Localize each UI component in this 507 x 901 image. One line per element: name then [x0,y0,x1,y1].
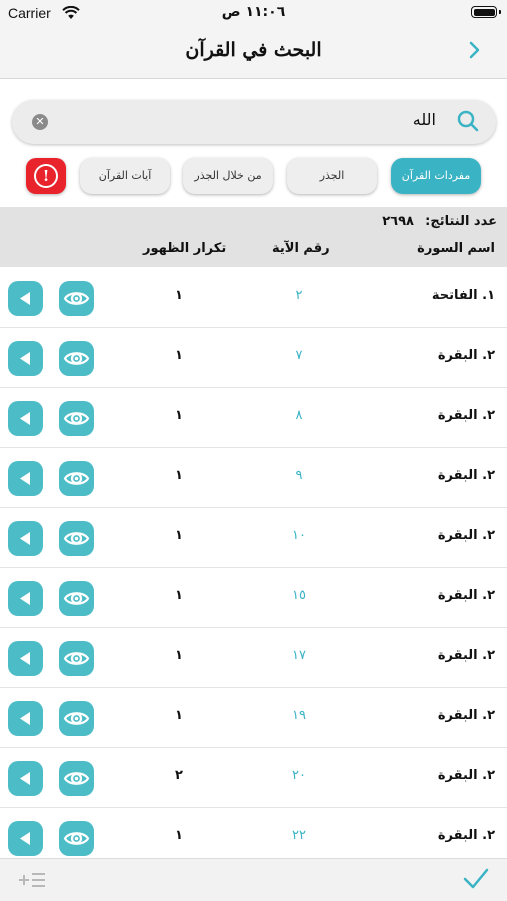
play-audio-button[interactable] [8,761,43,796]
table-row[interactable]: ٢. البقرة ١٧ ١ [0,628,507,688]
navigation-bar: البحث في القرآن [0,26,507,79]
row-surah: ٢. البقرة [437,648,495,663]
play-audio-button[interactable] [8,401,43,436]
chevron-right-icon[interactable] [469,40,481,66]
play-audio-button[interactable] [8,581,43,616]
view-eye-button[interactable] [59,701,94,736]
tab-quran-words[interactable]: مفردات القرآن [391,158,481,194]
results-count-label: عدد النتائج: [425,214,497,229]
play-audio-button[interactable] [8,281,43,316]
row-surah: ٢. البقرة [437,768,495,783]
clear-icon[interactable]: ✕ [32,114,48,130]
row-surah: ٢. البقرة [437,588,495,603]
row-occurrences: ١ [175,708,183,723]
row-surah: ٢. البقرة [437,828,495,843]
view-eye-button[interactable] [59,341,94,376]
info-button[interactable]: ! [26,158,66,194]
table-row[interactable]: ٢. البقرة ١٥ ١ [0,568,507,628]
row-ayah-number[interactable]: ٢٠ [284,768,314,783]
view-eye-button[interactable] [59,761,94,796]
row-occurrences: ١ [175,408,183,423]
view-eye-button[interactable] [59,521,94,556]
row-ayah-number[interactable]: ١٥ [284,588,314,603]
row-surah: ٢. البقرة [437,528,495,543]
view-eye-button[interactable] [59,401,94,436]
row-ayah-number[interactable]: ٧ [284,348,314,363]
row-occurrences: ١ [175,588,183,603]
table-row[interactable]: ٢. البقرة ٨ ١ [0,388,507,448]
table-row[interactable]: ١. الفاتحة ٢ ١ [0,268,507,328]
table-row[interactable]: ٢. البقرة ٩ ١ [0,448,507,508]
row-ayah-number[interactable]: ٢٢ [284,828,314,843]
play-audio-button[interactable] [8,641,43,676]
row-occurrences: ١ [175,348,183,363]
view-eye-button[interactable] [59,641,94,676]
checkmark-icon[interactable] [463,867,489,895]
search-input[interactable]: الله [413,110,436,129]
battery-icon [471,6,501,18]
table-row[interactable]: ٢. البقرة ٧ ١ [0,328,507,388]
play-audio-button[interactable] [8,521,43,556]
info-icon: ! [34,164,58,188]
bottom-toolbar [0,858,507,901]
row-ayah-number[interactable]: ٨ [284,408,314,423]
play-audio-button[interactable] [8,821,43,856]
results-count-value: ٢٦٩٨ [382,214,414,229]
row-ayah-number[interactable]: ٩ [284,468,314,483]
column-surah: اسم السورة [417,241,495,256]
row-ayah-number[interactable]: ١٧ [284,648,314,663]
play-audio-button[interactable] [8,701,43,736]
row-occurrences: ٢ [175,768,183,783]
tab-through-root[interactable]: من خلال الجذر [183,158,273,194]
row-surah: ٢. البقرة [437,408,495,423]
view-eye-button[interactable] [59,281,94,316]
row-surah: ٢. البقرة [437,708,495,723]
row-occurrences: ١ [175,468,183,483]
status-bar: Carrier ١١:٠٦ ص [0,0,507,26]
view-eye-button[interactable] [59,461,94,496]
tab-quran-verses[interactable]: آيات القرآن [80,158,170,194]
column-ayah: رقم الآية [272,241,330,256]
table-row[interactable]: ٢. البقرة ١٠ ١ [0,508,507,568]
play-audio-button[interactable] [8,461,43,496]
search-icon [456,109,480,137]
results-header: عدد النتائج: ٢٦٩٨ اسم السورة رقم الآية ت… [0,207,507,267]
row-surah: ٢. البقرة [437,348,495,363]
tab-root[interactable]: الجذر [287,158,377,194]
row-occurrences: ١ [175,828,183,843]
table-row[interactable]: ٢. البقرة ٢٠ ٢ [0,748,507,808]
search-field[interactable]: الله ✕ [12,100,496,144]
row-ayah-number[interactable]: ١٩ [284,708,314,723]
status-time: ١١:٠٦ ص [221,4,286,20]
row-surah: ١. الفاتحة [431,288,495,303]
row-occurrences: ١ [175,528,183,543]
view-eye-button[interactable] [59,821,94,856]
row-occurrences: ١ [175,288,183,303]
row-ayah-number[interactable]: ٢ [284,288,314,303]
add-to-list-icon[interactable] [18,869,46,895]
table-row[interactable]: ٢. البقرة ١٩ ١ [0,688,507,748]
column-occurrences: تكرار الظهور [143,241,227,256]
play-audio-button[interactable] [8,341,43,376]
view-eye-button[interactable] [59,581,94,616]
row-occurrences: ١ [175,648,183,663]
page-title: البحث في القرآن [185,39,322,61]
row-surah: ٢. البقرة [437,468,495,483]
row-ayah-number[interactable]: ١٠ [284,528,314,543]
